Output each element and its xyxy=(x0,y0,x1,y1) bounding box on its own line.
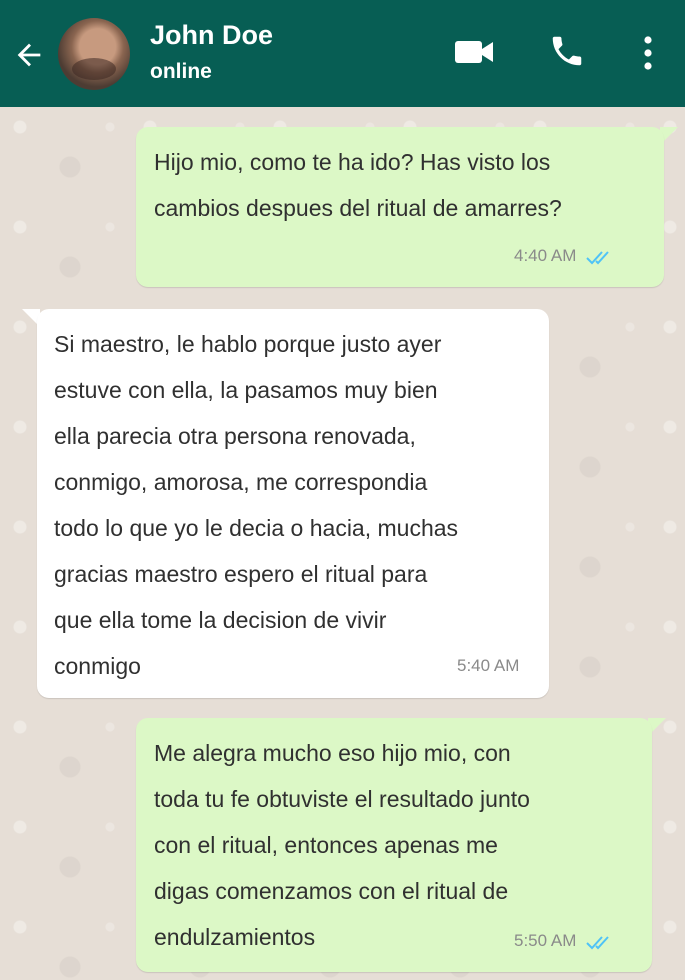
double-check-icon xyxy=(586,250,610,264)
chat-header: John Doe online xyxy=(0,0,685,107)
voice-call-icon[interactable] xyxy=(548,32,586,70)
message-meta: 5:50 AM xyxy=(514,931,614,951)
contact-status: online xyxy=(150,60,212,83)
message-bubble-outgoing[interactable]: Hijo mio, como te ha ido? Has visto los … xyxy=(136,127,664,287)
message-text: Me alegra mucho eso hijo mio, con toda t… xyxy=(154,740,530,950)
video-call-icon[interactable] xyxy=(453,36,495,68)
message-time: 5:40 AM xyxy=(457,656,520,675)
message-time: 5:50 AM xyxy=(514,931,577,950)
message-bubble-outgoing[interactable]: Me alegra mucho eso hijo mio, con toda t… xyxy=(136,718,652,972)
back-arrow-icon[interactable] xyxy=(12,38,46,72)
avatar[interactable] xyxy=(58,18,130,90)
message-meta: 4:40 AM xyxy=(514,246,614,266)
message-text: Hijo mio, como te ha ido? Has visto los … xyxy=(154,149,562,221)
more-options-icon[interactable] xyxy=(641,34,655,72)
message-time: 4:40 AM xyxy=(514,246,577,265)
message-bubble-incoming[interactable]: Si maestro, le hablo porque justo ayer e… xyxy=(37,309,549,698)
contact-name[interactable]: John Doe xyxy=(150,20,273,51)
message-meta: 5:40 AM xyxy=(457,656,519,676)
double-check-icon xyxy=(586,935,610,949)
message-text: Si maestro, le hablo porque justo ayer e… xyxy=(54,331,459,679)
